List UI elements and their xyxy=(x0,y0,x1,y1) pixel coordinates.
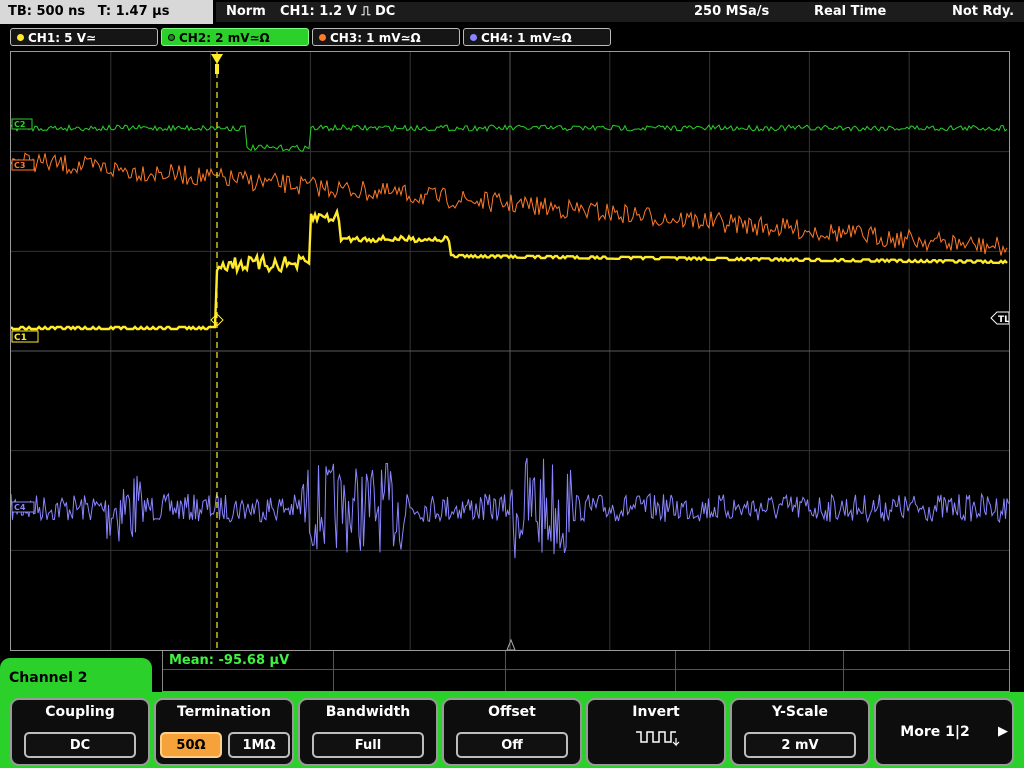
tab-ch3-label: CH3: 1 mV≃Ω xyxy=(330,31,421,45)
measurement-grid-line xyxy=(843,651,844,691)
ch2-color-dot xyxy=(168,34,175,41)
offset-title: Offset xyxy=(488,704,536,720)
status-bar: TB: 500 ns T: 1.47 µs Norm CH1: 1.2 V ⎍ … xyxy=(0,0,1024,24)
tab-ch4[interactable]: CH4: 1 mV≃Ω xyxy=(463,28,611,46)
ch2-offset-label: C2 xyxy=(14,120,25,129)
waveform-canvas: TL C1 C2 C3 C4 xyxy=(10,52,1010,651)
measurement-panel[interactable]: Mean: -95.68 µV xyxy=(162,651,1010,692)
termination-button[interactable]: Termination 50Ω 1MΩ xyxy=(154,698,294,766)
tab-ch4-label: CH4: 1 mV≃Ω xyxy=(481,31,572,45)
more-button[interactable]: More 1|2 ▶ xyxy=(874,698,1014,766)
termination-title: Termination xyxy=(177,704,271,720)
trigger-position-stem xyxy=(215,64,219,74)
invert-waveform-icon xyxy=(636,731,680,747)
waveform-display[interactable]: TL C1 C2 C3 C4 xyxy=(10,51,1010,651)
offset-button[interactable]: Offset Off xyxy=(442,698,582,766)
coupling-button[interactable]: Coupling DC xyxy=(10,698,150,766)
measurement-grid-line xyxy=(505,651,506,691)
invert-title: Invert xyxy=(632,704,680,720)
coupling-value: DC xyxy=(24,732,136,758)
offset-value: Off xyxy=(456,732,568,758)
termination-1mohm-option[interactable]: 1MΩ xyxy=(228,732,290,758)
termination-50ohm-option[interactable]: 50Ω xyxy=(160,732,222,758)
tab-ch3[interactable]: CH3: 1 mV≃Ω xyxy=(312,28,460,46)
y-scale-title: Y-Scale xyxy=(771,704,828,720)
trigger-position-marker[interactable] xyxy=(211,54,223,64)
ch4-offset-label: C4 xyxy=(14,503,26,512)
bandwidth-value: Full xyxy=(312,732,424,758)
ch1-trace xyxy=(10,207,1008,331)
trigger-level-label: TL xyxy=(998,315,1009,325)
measurement-grid-line xyxy=(333,651,334,691)
ch1-offset-label: C1 xyxy=(14,333,27,343)
more-arrow-icon: ▶ xyxy=(998,724,1008,739)
tab-ch1[interactable]: CH1: 5 V≃ xyxy=(10,28,158,46)
tab-ch2[interactable]: CH2: 2 mV≃Ω xyxy=(161,28,309,46)
acquisition-mode: Real Time xyxy=(814,4,887,19)
timebase-readout: TB: 500 ns xyxy=(8,4,86,19)
bandwidth-button[interactable]: Bandwidth Full xyxy=(298,698,438,766)
ch4-color-dot xyxy=(470,34,477,41)
tab-ch1-label: CH1: 5 V≃ xyxy=(28,31,97,45)
y-scale-value: 2 mV xyxy=(744,732,856,758)
measurement-grid-line xyxy=(675,651,676,691)
ch1-color-dot xyxy=(17,34,24,41)
mean-measurement: Mean: -95.68 µV xyxy=(169,653,290,668)
ch3-offset-label: C3 xyxy=(14,161,25,170)
ch2-trace xyxy=(10,123,1008,152)
more-label: More 1|2 xyxy=(900,724,970,740)
trigger-time-readout: T: 1.47 µs xyxy=(97,4,170,19)
tab-ch2-label: CH2: 2 mV≃Ω xyxy=(179,31,270,45)
coupling-title: Coupling xyxy=(45,704,115,720)
timebase-box[interactable]: TB: 500 ns T: 1.47 µs xyxy=(0,0,213,24)
graticule xyxy=(11,52,1009,650)
invert-button[interactable]: Invert xyxy=(586,698,726,766)
sample-rate: 250 MSa/s xyxy=(694,4,770,19)
trigger-state: Not Rdy. xyxy=(952,4,1015,19)
y-scale-button[interactable]: Y-Scale 2 mV xyxy=(730,698,870,766)
trigger-setting[interactable]: CH1: 1.2 V ⎍ DC xyxy=(280,0,395,24)
channel-tabs: CH1: 5 V≃ CH2: 2 mV≃Ω CH3: 1 mV≃Ω CH4: 1… xyxy=(0,26,1024,48)
ch3-color-dot xyxy=(319,34,326,41)
trigger-mode[interactable]: Norm xyxy=(226,0,266,24)
measurement-divider xyxy=(163,669,1009,670)
ch3-trace xyxy=(10,152,1008,256)
bandwidth-title: Bandwidth xyxy=(325,704,411,720)
menu-title: Channel 2 xyxy=(0,658,152,698)
center-position-marker xyxy=(506,638,516,651)
